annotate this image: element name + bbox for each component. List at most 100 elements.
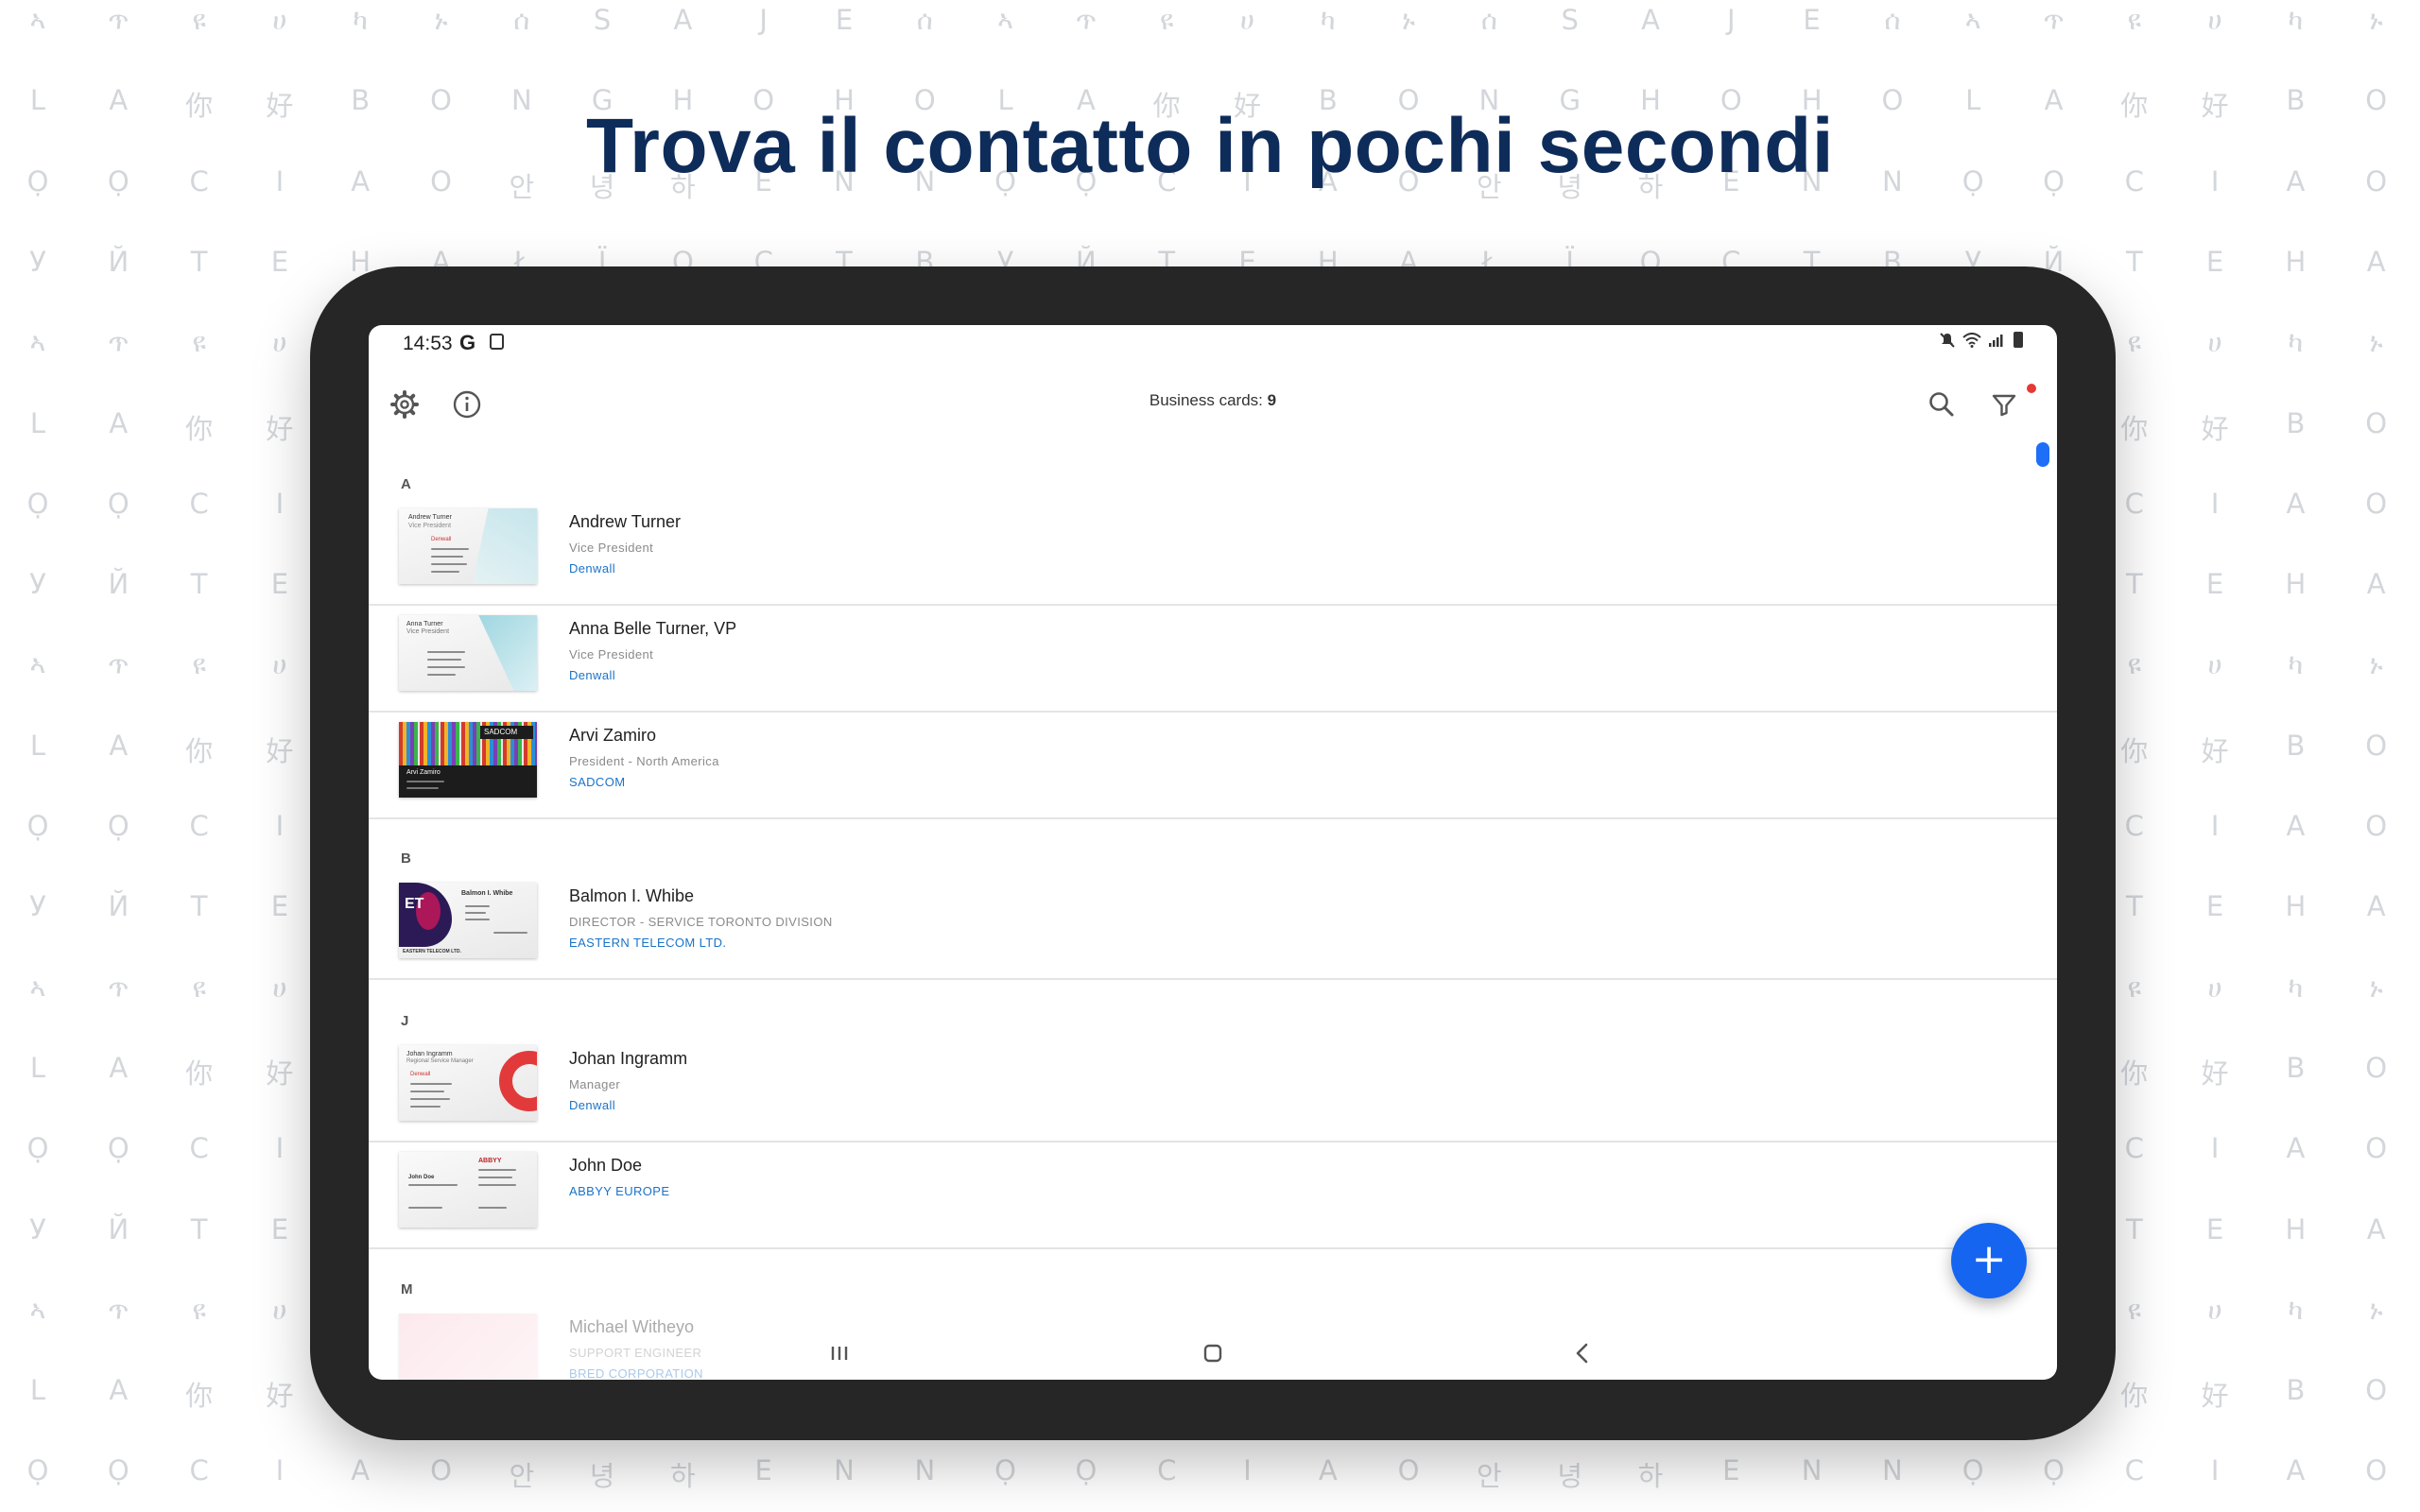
pattern-glyph: 안 <box>509 1460 535 1493</box>
pattern-glyph: А <box>2366 568 2386 601</box>
pattern-glyph: Е <box>270 890 289 923</box>
contact-row-johan-ingramm[interactable]: Johan Ingramm Regional Service Manager D… <box>369 1034 2057 1143</box>
pattern-glyph: ሀ <box>272 4 287 36</box>
pattern-glyph: ኣ <box>997 4 1014 36</box>
pattern-glyph: I <box>275 1454 285 1487</box>
pattern-glyph: У <box>29 1212 46 1246</box>
pattern-glyph: ኑ <box>434 4 448 36</box>
pattern-row: ỌỌCIAO안녕하ENNỌỌCIAO안녕하ENNỌỌCIAO <box>0 1454 2420 1511</box>
back-icon[interactable] <box>1564 1336 1601 1370</box>
pattern-glyph: ኑ <box>2369 326 2383 359</box>
pattern-glyph: ኣ <box>1964 4 1981 36</box>
pattern-glyph: ካ <box>2288 4 2304 36</box>
pattern-glyph: L <box>29 729 46 762</box>
pattern-glyph: C <box>189 810 209 842</box>
pattern-glyph: Й <box>108 1212 130 1246</box>
pattern-glyph: 好 <box>266 1380 294 1413</box>
contact-company: EASTERN TELECOM LTD. <box>569 936 727 950</box>
pattern-glyph: ጥ <box>108 4 130 36</box>
recents-icon[interactable] <box>821 1336 858 1370</box>
contact-name: John Doe <box>569 1156 643 1175</box>
pattern-glyph: J <box>1727 4 1736 36</box>
pattern-glyph: J <box>759 4 768 36</box>
pattern-glyph: ኑ <box>2369 1293 2383 1326</box>
battery-icon <box>2014 332 2023 348</box>
contact-title: Vice President <box>569 647 654 662</box>
pattern-glyph: ሀ <box>272 971 287 1004</box>
contact-company: Denwall <box>569 668 616 682</box>
pattern-glyph: I <box>275 1132 285 1165</box>
pattern-glyph: ዩ <box>192 4 206 36</box>
pattern-glyph: C <box>2124 1454 2144 1487</box>
pattern-glyph: I <box>2210 810 2220 842</box>
status-icons <box>1939 331 2023 351</box>
pattern-glyph: 하 <box>1637 1460 1664 1493</box>
pattern-glyph: N <box>1882 1454 1903 1487</box>
pattern-glyph: ኣ <box>29 971 46 1004</box>
pattern-glyph: Ọ <box>26 810 49 842</box>
scrollbar-thumb[interactable] <box>2036 442 2049 467</box>
business-card-thumbnail: Andrew Turner Vice President Denwall <box>399 508 537 584</box>
pattern-glyph: C <box>189 487 209 520</box>
pattern-glyph: Й <box>108 245 130 278</box>
card-text: Regional Service Manager <box>406 1058 474 1064</box>
pattern-glyph: O <box>2365 729 2388 762</box>
pattern-glyph: O <box>2365 487 2388 520</box>
pattern-glyph: Н <box>2285 568 2307 601</box>
pattern-glyph: 하 <box>670 1460 696 1493</box>
pattern-glyph: 好 <box>2201 1380 2229 1413</box>
pattern-glyph: Е <box>270 568 289 601</box>
pattern-glyph: У <box>29 568 46 601</box>
pattern-glyph: 好 <box>266 1057 294 1090</box>
pattern-glyph: ካ <box>2288 648 2304 681</box>
card-text: Arvi Zamiro <box>406 769 441 776</box>
pattern-glyph: ሀ <box>2207 971 2222 1004</box>
pattern-glyph: I <box>2210 1454 2220 1487</box>
pattern-glyph: B <box>2286 406 2306 439</box>
pattern-glyph: O <box>430 1454 452 1487</box>
status-time: 14:53 <box>403 333 453 354</box>
signal-icon <box>1988 335 2003 347</box>
pattern-glyph: ሰ <box>1480 4 1497 36</box>
pattern-glyph: ጥ <box>108 971 130 1004</box>
card-text: Johan Ingramm <box>406 1051 453 1057</box>
contact-row-anna-belle-turner[interactable]: Anna Turner Vice President Anna Belle Tu… <box>369 604 2057 713</box>
pattern-glyph: 你 <box>185 734 214 767</box>
pattern-glyph: A <box>1641 4 1660 36</box>
card-text: ABBYY <box>478 1158 502 1164</box>
pattern-glyph: L <box>29 406 46 439</box>
pattern-glyph: I <box>2210 1132 2220 1165</box>
contact-title: DIRECTOR - SERVICE TORONTO DIVISION <box>569 915 833 929</box>
business-card-thumbnail: Anna Turner Vice President <box>399 615 537 691</box>
contact-name: Balmon I. Whibe <box>569 886 695 905</box>
google-icon: G <box>459 331 476 354</box>
contact-row-arvi-zamiro[interactable]: SADCOM Arvi Zamiro Arvi Zamiro President… <box>369 711 2057 819</box>
pattern-glyph: Ọ <box>107 1132 130 1165</box>
pattern-glyph: N <box>1801 1454 1823 1487</box>
pattern-glyph: O <box>2365 810 2388 842</box>
contact-row-balmon-whibe[interactable]: ET Balmon I. Whibe EASTERN TELECOM LTD. … <box>369 871 2057 980</box>
add-card-button[interactable]: + <box>1951 1223 2027 1298</box>
contact-row-andrew-turner[interactable]: Andrew Turner Vice President Denwall And… <box>369 497 2057 606</box>
pattern-glyph: ካ <box>2288 1293 2304 1326</box>
card-text: Vice President <box>408 523 452 529</box>
page-headline: Trova il contatto in pochi secondi <box>585 103 1835 189</box>
pattern-glyph: Е <box>2205 245 2224 278</box>
pattern-glyph: 你 <box>185 1380 214 1413</box>
section-header-j: J <box>401 1013 409 1029</box>
pattern-glyph: ካ <box>1320 4 1336 36</box>
pattern-glyph: Е <box>2205 1212 2224 1246</box>
pattern-glyph: Ọ <box>107 1454 130 1487</box>
pattern-glyph: ኑ <box>2369 4 2383 36</box>
card-text: Vice President <box>406 628 450 635</box>
pattern-glyph: Н <box>2285 1212 2307 1246</box>
pattern-glyph: A <box>1318 1454 1338 1487</box>
contact-name: Anna Belle Turner, VP <box>569 619 737 638</box>
card-text: ET <box>405 896 424 912</box>
contact-title: Vice President <box>569 541 654 555</box>
pattern-glyph: C <box>1157 1454 1177 1487</box>
pattern-glyph: 好 <box>266 734 294 767</box>
home-icon[interactable] <box>1194 1336 1232 1370</box>
pattern-glyph: O <box>2365 1454 2388 1487</box>
contact-row-john-doe[interactable]: ABBYY John Doe John Doe ABBYY EUROPE <box>369 1141 2057 1249</box>
